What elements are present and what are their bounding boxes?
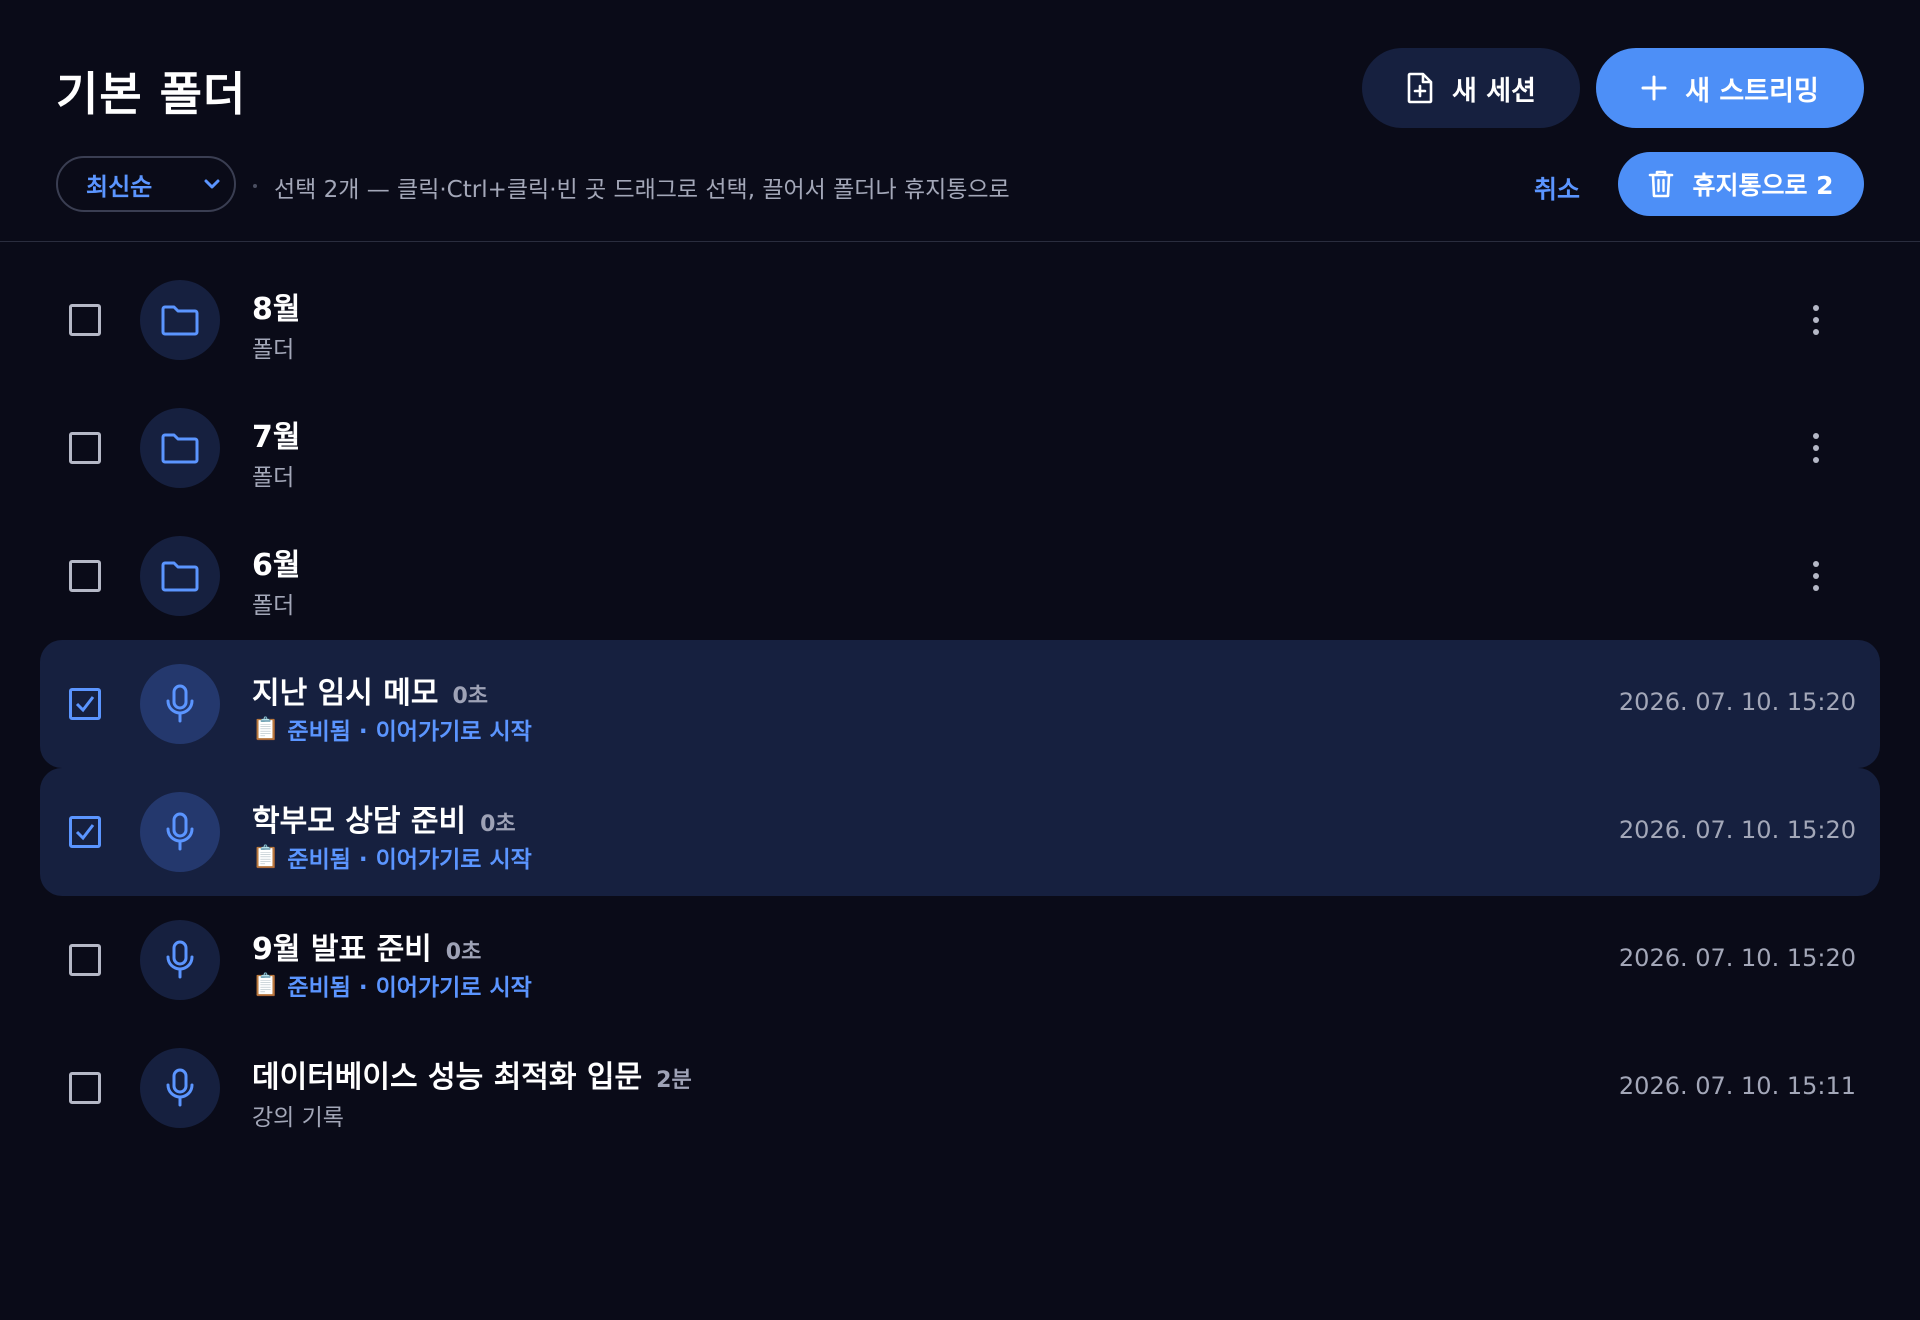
page-title: 기본 폴더 bbox=[56, 67, 247, 121]
session-duration: 0초 bbox=[452, 684, 489, 709]
session-row[interactable]: 지난 임시 메모 0초 📋 준비됨 · 이어가기로 시작 2026. 07. 10.… bbox=[0, 640, 1920, 768]
more-options-icon[interactable] bbox=[1800, 556, 1832, 596]
folder-icon bbox=[161, 433, 199, 464]
session-title: 학부모 상담 준비 0초 bbox=[252, 804, 516, 839]
folder-row[interactable]: 7월 폴더 bbox=[0, 384, 1920, 512]
session-duration: 2분 bbox=[656, 1068, 692, 1093]
row-checkbox[interactable] bbox=[69, 560, 101, 592]
new-stream-button[interactable]: 새 스트리밍 bbox=[1596, 48, 1864, 128]
folder-icon bbox=[161, 305, 199, 336]
trash-icon bbox=[1649, 170, 1674, 198]
new-session-label: 새 세션 bbox=[1452, 75, 1536, 107]
trash-button-label: 휴지통으로 2 bbox=[1692, 171, 1834, 200]
sort-value: 최신순 bbox=[86, 172, 153, 201]
session-subtitle: 강의 기록 bbox=[252, 1105, 344, 1131]
row-checkbox[interactable] bbox=[69, 944, 101, 976]
check-icon bbox=[75, 696, 95, 713]
session-timestamp: 2026. 07. 10. 15:20 bbox=[1618, 944, 1856, 972]
folder-row[interactable]: 6월 폴더 bbox=[0, 512, 1920, 640]
session-timestamp: 2026. 07. 10. 15:11 bbox=[1618, 1072, 1856, 1100]
microphone-icon bbox=[166, 684, 194, 723]
selection-hint: 선택 2개 — 클릭·Ctrl+클릭·빈 곳 드래그로 선택, 끌어서 폴더나 … bbox=[274, 177, 1010, 203]
row-checkbox[interactable] bbox=[69, 304, 101, 336]
separator-dot bbox=[253, 184, 257, 188]
session-timestamp: 2026. 07. 10. 15:20 bbox=[1618, 688, 1856, 716]
clipboard-icon: 📋 bbox=[252, 716, 280, 742]
folder-name: 7월 bbox=[252, 420, 301, 455]
session-title: 데이터베이스 성능 최적화 입문 2분 bbox=[252, 1060, 692, 1095]
session-row[interactable]: 학부모 상담 준비 0초 📋 준비됨 · 이어가기로 시작 2026. 07. 10… bbox=[0, 768, 1920, 896]
row-checkbox[interactable] bbox=[69, 816, 101, 848]
check-icon bbox=[75, 824, 95, 841]
microphone-icon bbox=[166, 812, 194, 851]
session-status: 📋 준비됨 · 이어가기로 시작 bbox=[252, 844, 532, 874]
move-to-trash-button[interactable]: 휴지통으로 2 bbox=[1618, 152, 1864, 216]
session-duration: 0초 bbox=[445, 940, 482, 965]
session-row[interactable]: 9월 발표 준비 0초 📋 준비됨 · 이어가기로 시작 2026. 07. 10.… bbox=[0, 896, 1920, 1024]
mic-icon-badge bbox=[140, 920, 220, 1000]
file-plus-icon bbox=[1407, 72, 1433, 104]
mic-icon-badge bbox=[140, 1048, 220, 1128]
sort-dropdown[interactable]: 최신순 bbox=[56, 156, 236, 212]
folder-type-label: 폴더 bbox=[252, 337, 295, 363]
row-checkbox[interactable] bbox=[69, 432, 101, 464]
more-options-icon[interactable] bbox=[1800, 428, 1832, 468]
session-timestamp: 2026. 07. 10. 15:20 bbox=[1618, 816, 1856, 844]
folder-type-label: 폴더 bbox=[252, 593, 295, 619]
folder-name: 6월 bbox=[252, 548, 301, 583]
session-title: 9월 발표 준비 0초 bbox=[252, 932, 482, 967]
item-list: 8월 폴더 7월 폴더 6월 폴더 지난 임시 메모 0초 📋 준비됨 · 이어… bbox=[0, 256, 1920, 1152]
cancel-selection-link[interactable]: 취소 bbox=[1534, 170, 1580, 206]
folder-icon bbox=[161, 561, 199, 592]
mic-icon-badge bbox=[140, 792, 220, 872]
page-header: 기본 폴더 새 세션 새 스트리밍 최신순 선택 2개 — 클릭·Ctrl+클릭… bbox=[0, 0, 1920, 242]
microphone-icon bbox=[166, 940, 194, 979]
clipboard-icon: 📋 bbox=[252, 972, 280, 998]
session-title: 지난 임시 메모 0초 bbox=[252, 676, 489, 711]
more-options-icon[interactable] bbox=[1800, 300, 1832, 340]
folder-icon-badge bbox=[140, 280, 220, 360]
chevron-down-icon bbox=[204, 179, 220, 189]
session-status: 📋 준비됨 · 이어가기로 시작 bbox=[252, 716, 532, 746]
row-checkbox[interactable] bbox=[69, 688, 101, 720]
clipboard-icon: 📋 bbox=[252, 844, 280, 870]
microphone-icon bbox=[166, 1068, 194, 1107]
mic-icon-badge bbox=[140, 664, 220, 744]
folder-row[interactable]: 8월 폴더 bbox=[0, 256, 1920, 384]
row-checkbox[interactable] bbox=[69, 1072, 101, 1104]
folder-icon-badge bbox=[140, 536, 220, 616]
folder-name: 8월 bbox=[252, 292, 301, 327]
plus-icon bbox=[1641, 75, 1667, 101]
session-duration: 0초 bbox=[480, 812, 516, 837]
folder-type-label: 폴더 bbox=[252, 465, 295, 491]
new-stream-label: 새 스트리밍 bbox=[1685, 75, 1819, 107]
session-status: 📋 준비됨 · 이어가기로 시작 bbox=[252, 972, 532, 1002]
folder-icon-badge bbox=[140, 408, 220, 488]
new-session-button[interactable]: 새 세션 bbox=[1362, 48, 1580, 128]
session-row[interactable]: 데이터베이스 성능 최적화 입문 2분 강의 기록 2026. 07. 10. 1… bbox=[0, 1024, 1920, 1152]
